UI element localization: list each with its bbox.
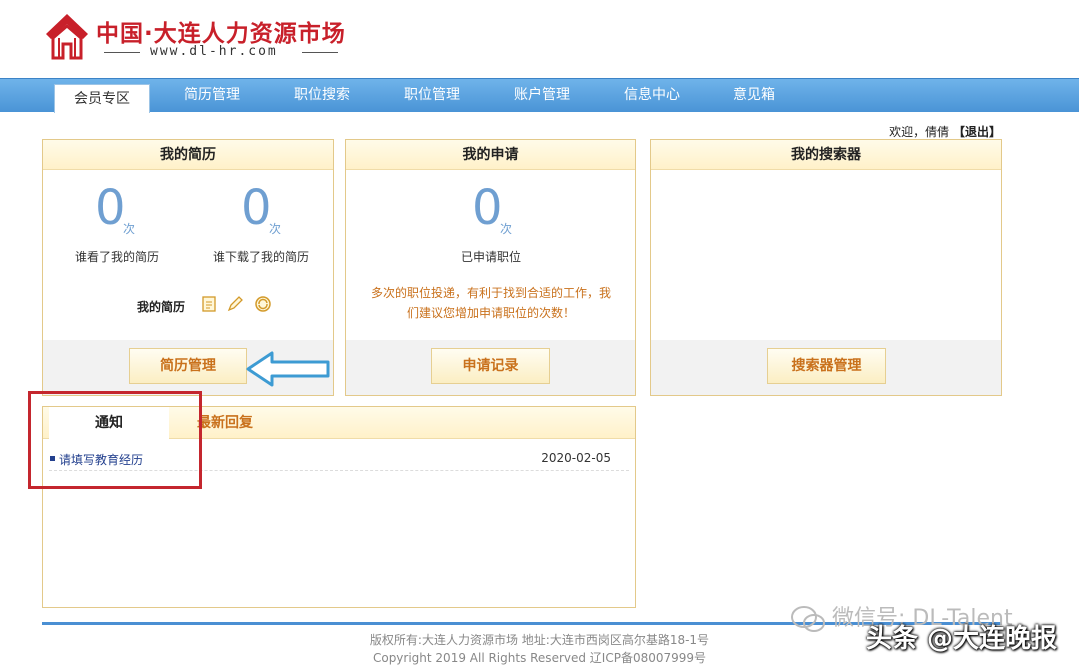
logo-house-icon — [46, 14, 88, 60]
resume-manage-button[interactable]: 简历管理 — [129, 348, 247, 384]
my-applications-panel: 我的申请 0 次 已申请职位 多次的职位投递，有利于找到合适的工作，我 们建议您… — [345, 139, 636, 396]
my-applications-title: 我的申请 — [346, 140, 635, 170]
main-nav: 会员专区 简历管理 职位搜索 职位管理 账户管理 信息中心 意见箱 — [0, 78, 1079, 113]
nav-tab-feedback[interactable]: 意见箱 — [706, 79, 802, 113]
url-divider-left — [104, 52, 140, 53]
annotation-arrow-left-icon — [246, 351, 330, 387]
nav-tab-job-manage[interactable]: 职位管理 — [384, 79, 480, 113]
nav-tab-resume[interactable]: 简历管理 — [164, 79, 260, 113]
preview-icon[interactable] — [200, 295, 218, 313]
resume-views-unit: 次 — [123, 222, 136, 236]
resume-downloads-unit: 次 — [269, 222, 282, 236]
applications-tip-line1: 多次的职位投递，有利于找到合适的工作，我 — [370, 286, 611, 300]
annotation-red-box — [28, 391, 202, 489]
resume-downloads-label[interactable]: 谁下载了我的简历 — [205, 248, 317, 265]
logout-link[interactable]: 【退出】 — [953, 125, 1001, 139]
applications-unit: 次 — [500, 222, 513, 236]
url-divider-right — [302, 52, 338, 53]
resume-views-label[interactable]: 谁看了我的简历 — [67, 248, 167, 265]
my-resume-title: 我的简历 — [43, 140, 333, 170]
applications-tip-line2: 们建议您增加申请职位的次数！ — [406, 306, 575, 320]
my-searchers-panel: 我的搜索器 搜索器管理 — [650, 139, 1002, 396]
resume-views-count: 0 — [95, 180, 126, 236]
welcome-bar: 欢迎，倩倩 【退出】 — [889, 123, 1001, 140]
my-resume-label: 我的简历 — [137, 300, 186, 314]
application-records-button[interactable]: 申请记录 — [431, 348, 550, 384]
my-searchers-title: 我的搜索器 — [651, 140, 1001, 170]
edit-pencil-icon[interactable] — [226, 295, 244, 313]
applications-label: 已申请职位 — [460, 250, 521, 264]
welcome-text: 欢迎，倩倩 — [889, 125, 950, 139]
nav-tab-info[interactable]: 信息中心 — [604, 79, 700, 113]
nav-tab-member[interactable]: 会员专区 — [54, 84, 150, 113]
nav-tab-account[interactable]: 账户管理 — [494, 79, 590, 113]
resume-downloads-count: 0 — [241, 180, 272, 236]
site-title: 中国·大连人力资源市场 — [96, 21, 346, 47]
tab-latest-replies[interactable]: 最新回复 — [197, 407, 253, 440]
nav-tab-job-search[interactable]: 职位搜索 — [274, 79, 370, 113]
wechat-icon — [791, 606, 825, 632]
watermark-toutiao: 头条 @大连晚报 — [866, 624, 1058, 654]
refresh-icon[interactable] — [254, 295, 272, 313]
site-url: www.dl-hr.com — [150, 44, 278, 59]
notice-date: 2020-02-05 — [541, 451, 611, 465]
applications-count: 0 — [472, 180, 503, 236]
searcher-manage-button[interactable]: 搜索器管理 — [767, 348, 886, 384]
site-header: 中国·大连人力资源市场 www.dl-hr.com — [0, 0, 1079, 78]
